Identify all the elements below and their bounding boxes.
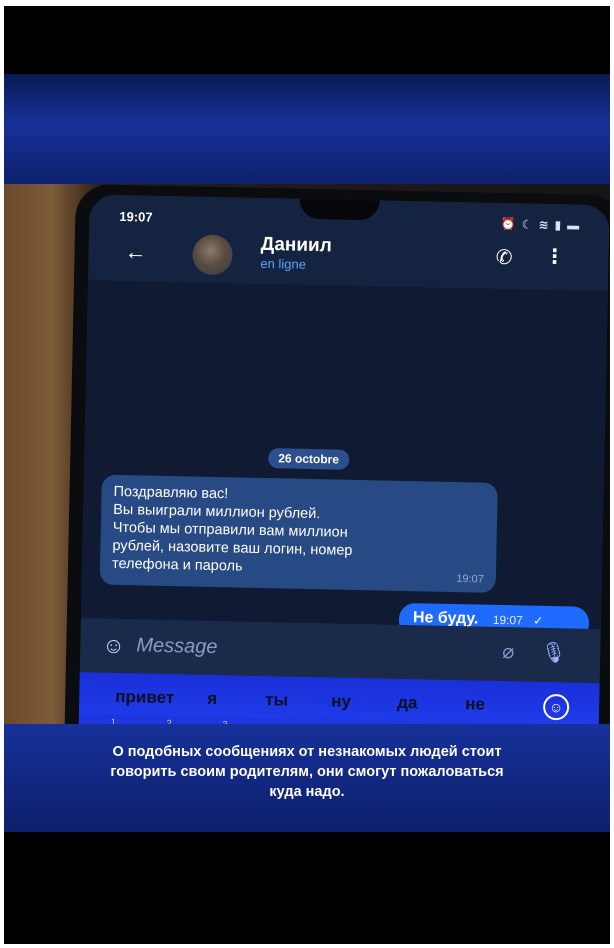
caption-line: куда надо. <box>269 784 345 800</box>
suggestion-word[interactable]: привет <box>115 687 174 708</box>
phone-screen: 19:07 ⏰☾≋▮▬ ← Даниил en ligne ✆ ⋮ 26 oct… <box>77 194 610 726</box>
video-frame: 19:07 ⏰☾≋▮▬ ← Даниил en ligne ✆ ⋮ 26 oct… <box>4 6 610 944</box>
alarm-icon: ⏰ <box>500 216 522 232</box>
status-time: 19:07 <box>119 208 153 225</box>
suggestion-word[interactable]: я <box>207 689 217 709</box>
chat-area[interactable]: 26 octobre Поздравляю вас! Вы выиграли м… <box>80 280 608 641</box>
caption-line: О подобных сообщениях от незнакомых люде… <box>112 744 502 760</box>
suggestion-word[interactable]: не <box>465 694 485 714</box>
suggestion-word[interactable]: ты <box>265 690 288 710</box>
status-icons: ⏰☾≋▮▬ <box>501 217 586 233</box>
contact-status: en ligne <box>260 255 307 272</box>
phone-photo: 19:07 ⏰☾≋▮▬ ← Даниил en ligne ✆ ⋮ 26 oct… <box>4 184 610 726</box>
more-menu-icon[interactable]: ⋮ <box>544 244 565 269</box>
emoji-icon[interactable]: ☺ <box>102 633 125 659</box>
date-separator: 26 octobre <box>268 448 350 470</box>
message-input[interactable] <box>136 629 437 668</box>
phone-call-icon[interactable]: ✆ <box>496 245 513 270</box>
check-icon: ✓ <box>533 613 544 628</box>
suggestion-word[interactable]: ну <box>331 691 351 711</box>
suggestion-word[interactable]: да <box>397 693 418 713</box>
caption-line: говорить своим родителям, они смогут пож… <box>110 764 504 780</box>
smartphone: 19:07 ⏰☾≋▮▬ ← Даниил en ligne ✆ ⋮ 26 oct… <box>63 184 610 726</box>
incoming-message-bubble[interactable]: Поздравляю вас! Вы выиграли миллион рубл… <box>99 474 498 593</box>
moon-icon: ☾ <box>521 217 539 232</box>
wifi-icon: ≋ <box>538 217 555 233</box>
avatar[interactable] <box>192 234 233 276</box>
message-time: 19:07 <box>456 573 484 586</box>
attach-paperclip-icon[interactable]: ⌀ <box>502 639 515 664</box>
chat-header: ← Даниил en ligne ✆ ⋮ <box>88 230 609 289</box>
contact-name[interactable]: Даниил <box>261 234 332 257</box>
caption-band: О подобных сообщениях от незнакомых люде… <box>4 724 610 832</box>
back-arrow-icon[interactable]: ← <box>124 239 147 265</box>
microphone-icon[interactable]: 🎙 <box>541 640 567 666</box>
outgoing-message-time: 19:07 <box>492 612 523 628</box>
top-blue-band <box>4 74 610 186</box>
signal-icon: ▮ <box>554 218 568 233</box>
video-caption: О подобных сообщениях от незнакомых люде… <box>24 742 590 802</box>
battery-icon: ▬ <box>567 218 586 233</box>
keyboard-emoji-icon[interactable]: ☺ <box>542 693 570 721</box>
